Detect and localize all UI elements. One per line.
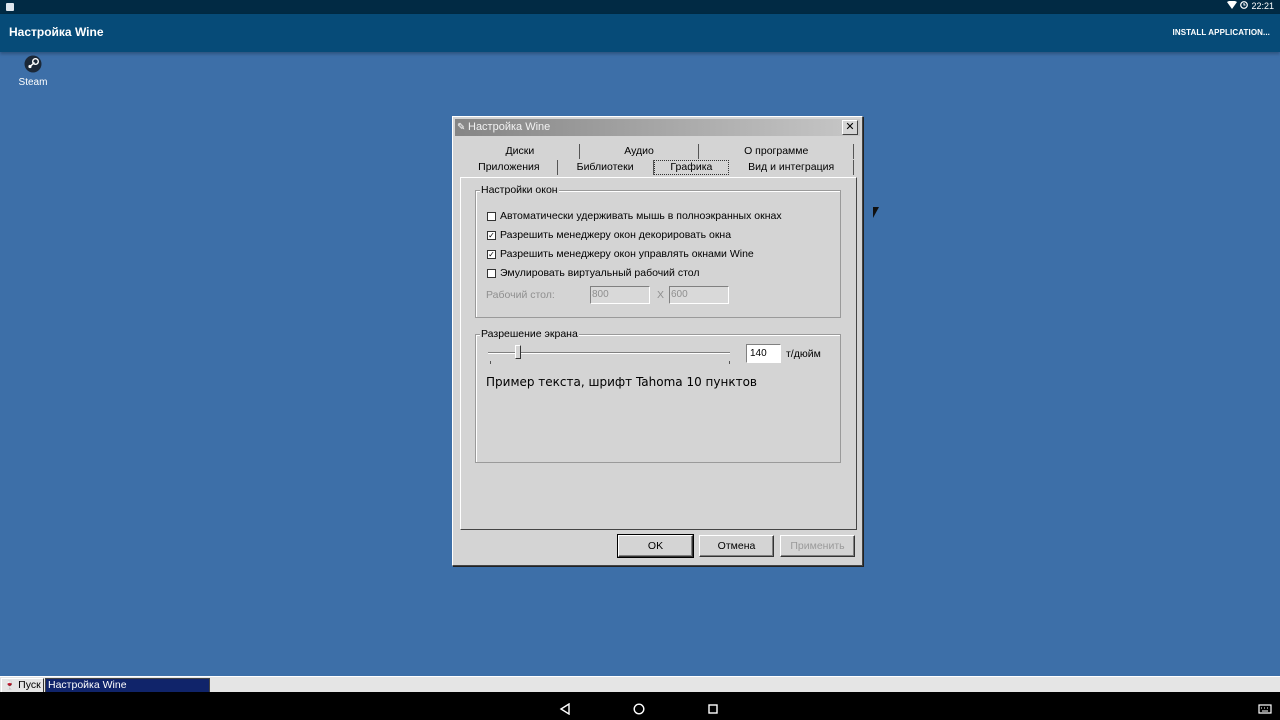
desktop-width-field[interactable]: 800 (590, 286, 650, 304)
slider-tick (729, 361, 730, 364)
apply-button[interactable]: Применить (780, 535, 855, 557)
recents-icon[interactable] (707, 700, 719, 719)
cancel-button[interactable]: Отмена (699, 535, 774, 557)
checkbox[interactable]: ✓ (487, 230, 496, 240)
tab-row-front: Приложения Библиотеки Графика Вид и инте… (461, 160, 854, 175)
tab-libraries[interactable]: Библиотеки (558, 160, 654, 175)
option-wm-decorate[interactable]: ✓ Разрешить менеджеру окон декорировать … (487, 229, 731, 241)
dialog-title: Настройка Wine (468, 121, 551, 133)
dpi-unit-label: т/дюйм (786, 348, 821, 360)
desktop-size-label: Рабочий стол: (486, 289, 555, 301)
font-sample-text: Пример текста, шрифт Tahoma 10 пунктов (486, 375, 757, 389)
dpi-input[interactable]: 140 (746, 344, 781, 363)
app-title: Настройка Wine (9, 25, 104, 39)
tab-graphics[interactable]: Графика (653, 160, 730, 175)
tab-desktop-integration[interactable]: Вид и интеграция (729, 160, 854, 175)
screen-resolution-group: Разрешение экрана 140 т/дюйм Пример текс… (475, 328, 841, 463)
option-label: Автоматически удерживать мышь в полноэкр… (500, 210, 782, 222)
option-virtual-desktop[interactable]: Эмулировать виртуальный рабочий стол (487, 267, 700, 279)
wine-glass-icon: 🍷 (4, 680, 16, 690)
graphics-tab-page: Настройки окон Автоматически удерживать … (460, 177, 857, 530)
window-settings-group: Настройки окон Автоматически удерживать … (475, 184, 841, 318)
checkbox[interactable] (487, 211, 496, 221)
alarm-icon (1240, 1, 1249, 11)
android-nav-bar (0, 692, 1280, 720)
ok-button[interactable]: OK (617, 534, 694, 558)
desktop-icon-label: Steam (18, 77, 48, 88)
keyboard-icon[interactable] (1258, 700, 1272, 719)
tab-about[interactable]: О программе (699, 144, 855, 159)
back-icon[interactable] (559, 700, 571, 719)
option-wm-control[interactable]: ✓ Разрешить менеджеру окон управлять окн… (487, 248, 754, 260)
wine-taskbar: 🍷 Пуск Настройка Wine (0, 676, 1280, 693)
app-bar: Настройка Wine INSTALL APPLICATION... (0, 14, 1280, 52)
option-label: Разрешить менеджеру окон декорировать ок… (500, 229, 732, 241)
option-label: Эмулировать виртуальный рабочий стол (500, 267, 700, 279)
desktop-height-field[interactable]: 600 (669, 286, 729, 304)
dialog-titlebar[interactable]: ✎ Настройка Wine ✕ (455, 119, 860, 136)
desktop-icon-steam[interactable]: Steam (14, 55, 52, 88)
tab-audio[interactable]: Аудио (580, 144, 700, 159)
option-capture-mouse[interactable]: Автоматически удерживать мышь в полноэкр… (487, 210, 782, 222)
close-button[interactable]: ✕ (842, 120, 858, 135)
dpi-slider-track[interactable] (488, 352, 730, 354)
wine-config-icon: ✎ (457, 122, 466, 133)
dpi-slider-thumb[interactable] (515, 345, 521, 359)
start-label: Пуск (18, 679, 41, 691)
close-icon: ✕ (845, 121, 855, 133)
tab-drives[interactable]: Диски (461, 144, 580, 159)
home-icon[interactable] (633, 700, 645, 719)
checkbox[interactable] (487, 268, 496, 278)
window-settings-legend: Настройки окон (480, 184, 559, 196)
tab-applications[interactable]: Приложения (461, 160, 558, 175)
size-separator: X (657, 289, 665, 301)
wifi-icon (1227, 0, 1238, 11)
start-button[interactable]: 🍷 Пуск (1, 678, 44, 693)
option-label: Разрешить менеджеру окон управлять окнам… (500, 248, 754, 260)
slider-tick (490, 361, 491, 364)
taskbar-item-wine-config[interactable]: Настройка Wine (45, 678, 210, 693)
wine-config-dialog: ✎ Настройка Wine ✕ Диски Аудио О програм… (452, 116, 863, 566)
screen-resolution-legend: Разрешение экрана (480, 328, 579, 340)
status-time: 22:21 (1251, 1, 1274, 11)
tab-row-back: Диски Аудио О программе (461, 144, 855, 159)
install-application-button[interactable]: INSTALL APPLICATION... (1173, 28, 1270, 37)
mouse-cursor (873, 207, 879, 218)
checkbox[interactable]: ✓ (487, 249, 496, 259)
android-status-bar: 22:21 (0, 0, 1280, 14)
notification-icon (6, 3, 14, 11)
steam-icon (24, 55, 42, 73)
